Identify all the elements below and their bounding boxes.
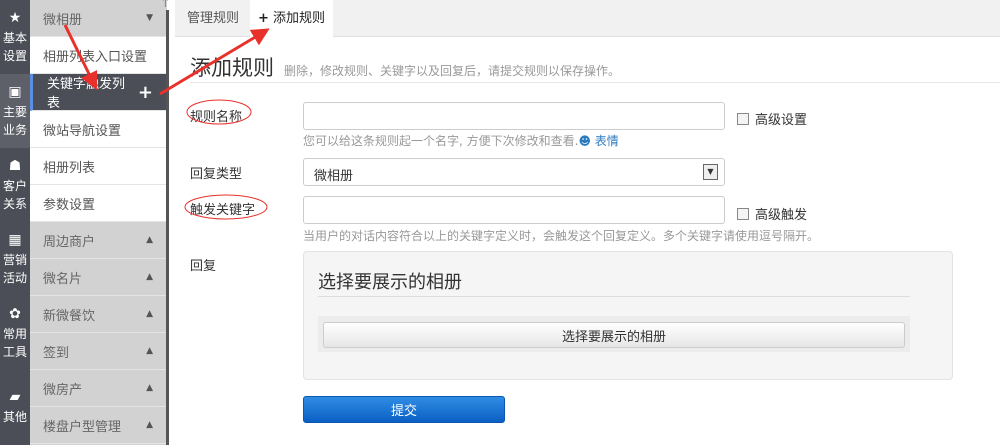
submenu-item[interactable]: 相册列表 [30, 148, 167, 185]
rule-name-label: 规则名称 [190, 110, 243, 125]
keyword-help: 当用户的对话内容符合以上的关键字定义时，会触发这个回复定义。多个关键字请使用逗号… [303, 229, 820, 243]
submenu-group[interactable]: 微名片 ▲ [30, 259, 167, 296]
submenu-group[interactable]: 楼盘户型管理 ▲ [30, 407, 167, 444]
folder-open-icon: ▰ [9, 389, 21, 405]
page-subtitle: 删除，修改规则、关键字以及回复后，请提交规则以保存操作。 [284, 64, 621, 78]
emoji-link[interactable]: ☻ 表情 [578, 134, 618, 148]
checkbox-icon [737, 207, 749, 220]
divider [318, 296, 910, 297]
album-panel: 选择要展示的相册 选择要展示的相册 [303, 251, 953, 380]
nav-other[interactable]: ▰ 其他 [0, 370, 30, 444]
plus-icon: + [258, 11, 269, 26]
rule-name-help: 您可以给这条规则起一个名字, 方便下次修改和查看.☻ 表情 [303, 134, 619, 148]
caret-down-icon: ▼ [146, 13, 153, 23]
gear-icon: ✿ [9, 306, 21, 322]
caret-up-icon: ▲ [146, 309, 153, 319]
briefcase-icon: ▣ [8, 84, 22, 100]
submenu-item[interactable]: 相册列表入口设置 [30, 37, 167, 74]
nav-customer-relations[interactable]: ☗ 客户关系 [0, 148, 30, 222]
submenu-group[interactable]: 新微餐饮 ▲ [30, 296, 167, 333]
caret-up-icon: ▲ [146, 272, 153, 282]
caret-up-icon: ▲ [146, 346, 153, 356]
keyword-label: 触发关键字 [190, 203, 256, 218]
chevron-down-icon: ▼ [703, 164, 718, 180]
star-icon: ★ [8, 10, 22, 26]
sitemap-icon: ☗ [8, 158, 22, 174]
select-album-button[interactable]: 选择要展示的相册 [323, 322, 905, 348]
divider [190, 82, 1000, 83]
caret-up-icon: ▲ [146, 235, 153, 245]
tab-manage-rules[interactable]: 管理规则 [175, 0, 251, 37]
tab-add-rule[interactable]: + 添加规则 [250, 0, 333, 37]
gift-icon: ▦ [8, 232, 22, 248]
emoji-icon: ☻ [578, 134, 591, 148]
advanced-trigger-checkbox[interactable]: 高级触发 [737, 204, 807, 223]
icon-sidebar: ★ 基本设置 ▣ 主要业务 ☗ 客户关系 ▦ 营销活动 ✿ 常用工具 ▰ 其他 [0, 0, 30, 445]
caret-up-icon: ▲ [146, 383, 153, 393]
page-title: 添加规则 删除，修改规则、关键字以及回复后，请提交规则以保存操作。 [190, 56, 621, 80]
submenu-group[interactable]: 签到 ▲ [30, 333, 167, 370]
submenu-group-album[interactable]: 微相册 ▼ [30, 0, 167, 37]
submenu-item-keyword-list[interactable]: 关键字触发列表 + [30, 74, 167, 111]
submit-button[interactable]: 提交 [303, 396, 505, 423]
panel-bar: 选择要展示的相册 [318, 316, 910, 352]
plus-icon[interactable]: + [138, 82, 153, 103]
panel-title: 选择要展示的相册 [318, 272, 462, 293]
submenu-item[interactable]: 参数设置 [30, 185, 167, 222]
reply-type-select[interactable]: 微相册 ▼ [303, 158, 725, 186]
reply-label: 回复 [190, 259, 217, 274]
submenu-item[interactable]: 微站导航设置 [30, 111, 167, 148]
tab-bar: 管理规则 + 添加规则 [175, 0, 1000, 37]
keyword-input[interactable] [303, 196, 725, 224]
nav-marketing[interactable]: ▦ 营销活动 [0, 222, 30, 296]
checkbox-icon [737, 112, 749, 125]
submenu-group[interactable]: 周边商户 ▲ [30, 222, 167, 259]
nav-main-business[interactable]: ▣ 主要业务 [0, 74, 30, 148]
arrow-up-icon[interactable]: ↑ [160, 0, 171, 11]
nav-tools[interactable]: ✿ 常用工具 [0, 296, 30, 370]
reply-type-label: 回复类型 [190, 167, 243, 182]
submenu: 微相册 ▼ 相册列表入口设置 关键字触发列表 + 微站导航设置 相册列表 参数设置 … [30, 0, 167, 445]
rule-name-input[interactable] [303, 102, 725, 130]
nav-basic-settings[interactable]: ★ 基本设置 [0, 0, 30, 74]
scrollbar[interactable] [166, 10, 169, 445]
advanced-settings-checkbox[interactable]: 高级设置 [737, 109, 807, 128]
submenu-group[interactable]: 微房产 ▲ [30, 370, 167, 407]
caret-up-icon: ▲ [146, 420, 153, 430]
